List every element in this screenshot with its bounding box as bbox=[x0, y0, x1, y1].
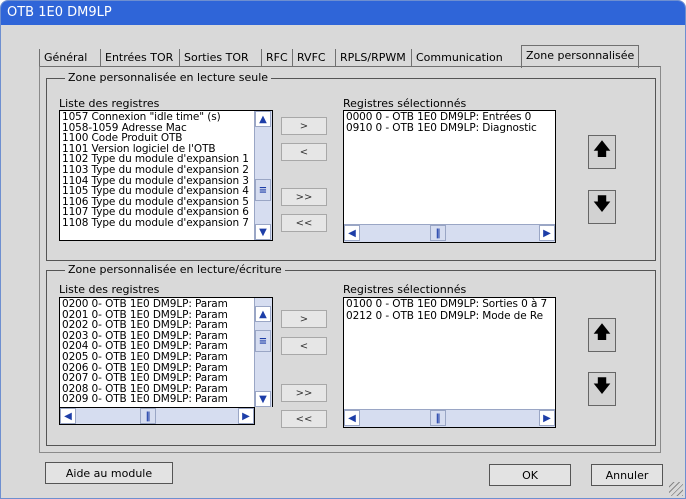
add-all-registers-button[interactable]: >> bbox=[281, 188, 327, 206]
scroll-left-icon[interactable]: ◀ bbox=[344, 225, 360, 241]
tab-entrees-tor[interactable]: Entrées TOR bbox=[100, 49, 177, 67]
tab-rpls-rpwm[interactable]: RPLS/RPWM bbox=[335, 49, 410, 67]
readonly-group-title: Zone personnalisée en lecture seule bbox=[65, 71, 272, 84]
readwrite-selected-list[interactable]: 0100 0 - OTB 1E0 DM9LP: Sorties 0 à 7 02… bbox=[343, 297, 556, 428]
scroll-thumb[interactable]: ‖ bbox=[430, 225, 446, 241]
scroll-down-icon[interactable]: ▼ bbox=[255, 391, 271, 407]
list-item[interactable]: 0000 0 - OTB 1E0 DM9LP: Entrées 0 bbox=[344, 112, 555, 123]
readwrite-group: Zone personnalisée en lecture/écriture L… bbox=[46, 263, 656, 446]
readwrite-list-hscroll[interactable]: ◀ ‖ ▶ bbox=[59, 407, 255, 425]
move-up-button[interactable]: 🡅 bbox=[588, 318, 616, 352]
arrow-up-icon: 🡅 bbox=[592, 139, 612, 160]
remove-register-button[interactable]: < bbox=[281, 143, 327, 161]
readonly-selected-items: 0000 0 - OTB 1E0 DM9LP: Entrées 0 0910 0… bbox=[344, 111, 555, 133]
move-down-button[interactable]: 🡇 bbox=[588, 190, 616, 224]
list-item[interactable]: 0209 0- OTB 1E0 DM9LP: Param bbox=[60, 394, 272, 405]
scroll-right-icon[interactable]: ▶ bbox=[539, 410, 555, 426]
readwrite-group-title: Zone personnalisée en lecture/écriture bbox=[65, 263, 285, 276]
move-up-button[interactable]: 🡅 bbox=[588, 135, 616, 169]
tab-general[interactable]: Général bbox=[39, 49, 91, 67]
scroll-up-icon[interactable]: ▲ bbox=[255, 111, 271, 127]
tab-sorties-tor[interactable]: Sorties TOR bbox=[179, 49, 253, 67]
move-down-button[interactable]: 🡇 bbox=[588, 372, 616, 406]
dialog-window: OTB 1E0 DM9LP Général Entrées TOR Sortie… bbox=[0, 0, 686, 499]
tab-zone-personnalisee[interactable]: Zone personnalisée bbox=[521, 45, 640, 68]
readwrite-list-label: Liste des registres bbox=[59, 283, 160, 296]
readonly-group: Zone personnalisée en lecture seule List… bbox=[46, 71, 656, 261]
scroll-down-icon[interactable]: ▼ bbox=[255, 224, 271, 240]
scroll-thumb[interactable]: ‖ bbox=[140, 408, 156, 424]
list-item[interactable]: 1108 Type du module d'expansion 7 bbox=[60, 218, 272, 229]
list-item[interactable]: 0910 0 - OTB 1E0 DM9LP: Diagnostic bbox=[344, 122, 555, 134]
tab-communication[interactable]: Communication bbox=[411, 49, 507, 67]
list-item[interactable]: 0205 0- OTB 1E0 DM9LP: Param bbox=[60, 352, 272, 363]
ok-button[interactable]: OK bbox=[489, 464, 571, 486]
title-bar: OTB 1E0 DM9LP bbox=[1, 1, 685, 25]
list-item[interactable]: 0212 0 - OTB 1E0 DM9LP: Mode de Re bbox=[344, 311, 555, 323]
scroll-thumb[interactable]: ‖ bbox=[430, 410, 446, 426]
scroll-thumb[interactable]: ≡ bbox=[255, 330, 271, 352]
cancel-button[interactable]: Annuler bbox=[591, 464, 663, 486]
remove-all-registers-button[interactable]: << bbox=[281, 410, 327, 428]
tab-rfc[interactable]: RFC bbox=[261, 49, 292, 67]
scroll-thumb[interactable]: ≡ bbox=[255, 179, 271, 201]
readwrite-selected-label: Registres sélectionnés bbox=[343, 283, 467, 296]
arrow-up-icon: 🡅 bbox=[592, 322, 612, 343]
readwrite-list-items: 0200 0- OTB 1E0 DM9LP: Param 0201 0- OTB… bbox=[60, 298, 272, 405]
readonly-list-label: Liste des registres bbox=[59, 97, 160, 110]
readwrite-selected-items: 0100 0 - OTB 1E0 DM9LP: Sorties 0 à 7 02… bbox=[344, 298, 555, 323]
list-item[interactable]: 1103 Type du module d'expansion 2 bbox=[60, 165, 272, 176]
readonly-selected-list[interactable]: 0000 0 - OTB 1E0 DM9LP: Entrées 0 0910 0… bbox=[343, 110, 556, 243]
tab-rvfc[interactable]: RVFC bbox=[292, 49, 330, 67]
list-item[interactable]: 0200 0- OTB 1E0 DM9LP: Param bbox=[60, 299, 272, 310]
remove-all-registers-button[interactable]: << bbox=[281, 214, 327, 232]
readonly-selected-label: Registres sélectionnés bbox=[343, 97, 467, 110]
window-title: OTB 1E0 DM9LP bbox=[7, 5, 112, 20]
arrow-down-icon: 🡇 bbox=[592, 376, 612, 397]
readonly-selected-hscroll[interactable]: ◀ ‖ ▶ bbox=[344, 224, 555, 242]
tab-panel: Zone personnalisée en lecture seule List… bbox=[39, 66, 661, 453]
readwrite-list-vscroll[interactable]: ▲ ≡ ▼ bbox=[254, 298, 272, 407]
add-register-button[interactable]: > bbox=[281, 310, 327, 328]
remove-register-button[interactable]: < bbox=[281, 337, 327, 355]
list-item[interactable]: 1057 Connexion "idle time" (s) bbox=[60, 112, 272, 123]
readonly-list-items: 1057 Connexion "idle time" (s) 1058-1059… bbox=[60, 111, 272, 229]
scroll-left-icon[interactable]: ◀ bbox=[344, 410, 360, 426]
arrow-down-icon: 🡇 bbox=[592, 194, 612, 215]
resize-grip-icon[interactable] bbox=[669, 482, 683, 496]
scroll-right-icon[interactable]: ▶ bbox=[539, 225, 555, 241]
scroll-up-icon[interactable]: ▲ bbox=[255, 306, 271, 322]
readonly-register-list[interactable]: 1057 Connexion "idle time" (s) 1058-1059… bbox=[59, 110, 273, 241]
scroll-right-icon[interactable]: ▶ bbox=[238, 408, 254, 424]
tab-strip: Général Entrées TOR Sorties TOR RFC RVFC… bbox=[39, 45, 661, 68]
readwrite-selected-hscroll[interactable]: ◀ ‖ ▶ bbox=[344, 409, 555, 427]
add-register-button[interactable]: > bbox=[281, 117, 327, 135]
help-button[interactable]: Aide au module bbox=[45, 462, 173, 484]
readonly-list-vscroll[interactable]: ▲ ≡ ▼ bbox=[254, 111, 272, 240]
readwrite-register-list[interactable]: 0200 0- OTB 1E0 DM9LP: Param 0201 0- OTB… bbox=[59, 297, 273, 407]
scroll-left-icon[interactable]: ◀ bbox=[60, 408, 76, 424]
add-all-registers-button[interactable]: >> bbox=[281, 384, 327, 402]
